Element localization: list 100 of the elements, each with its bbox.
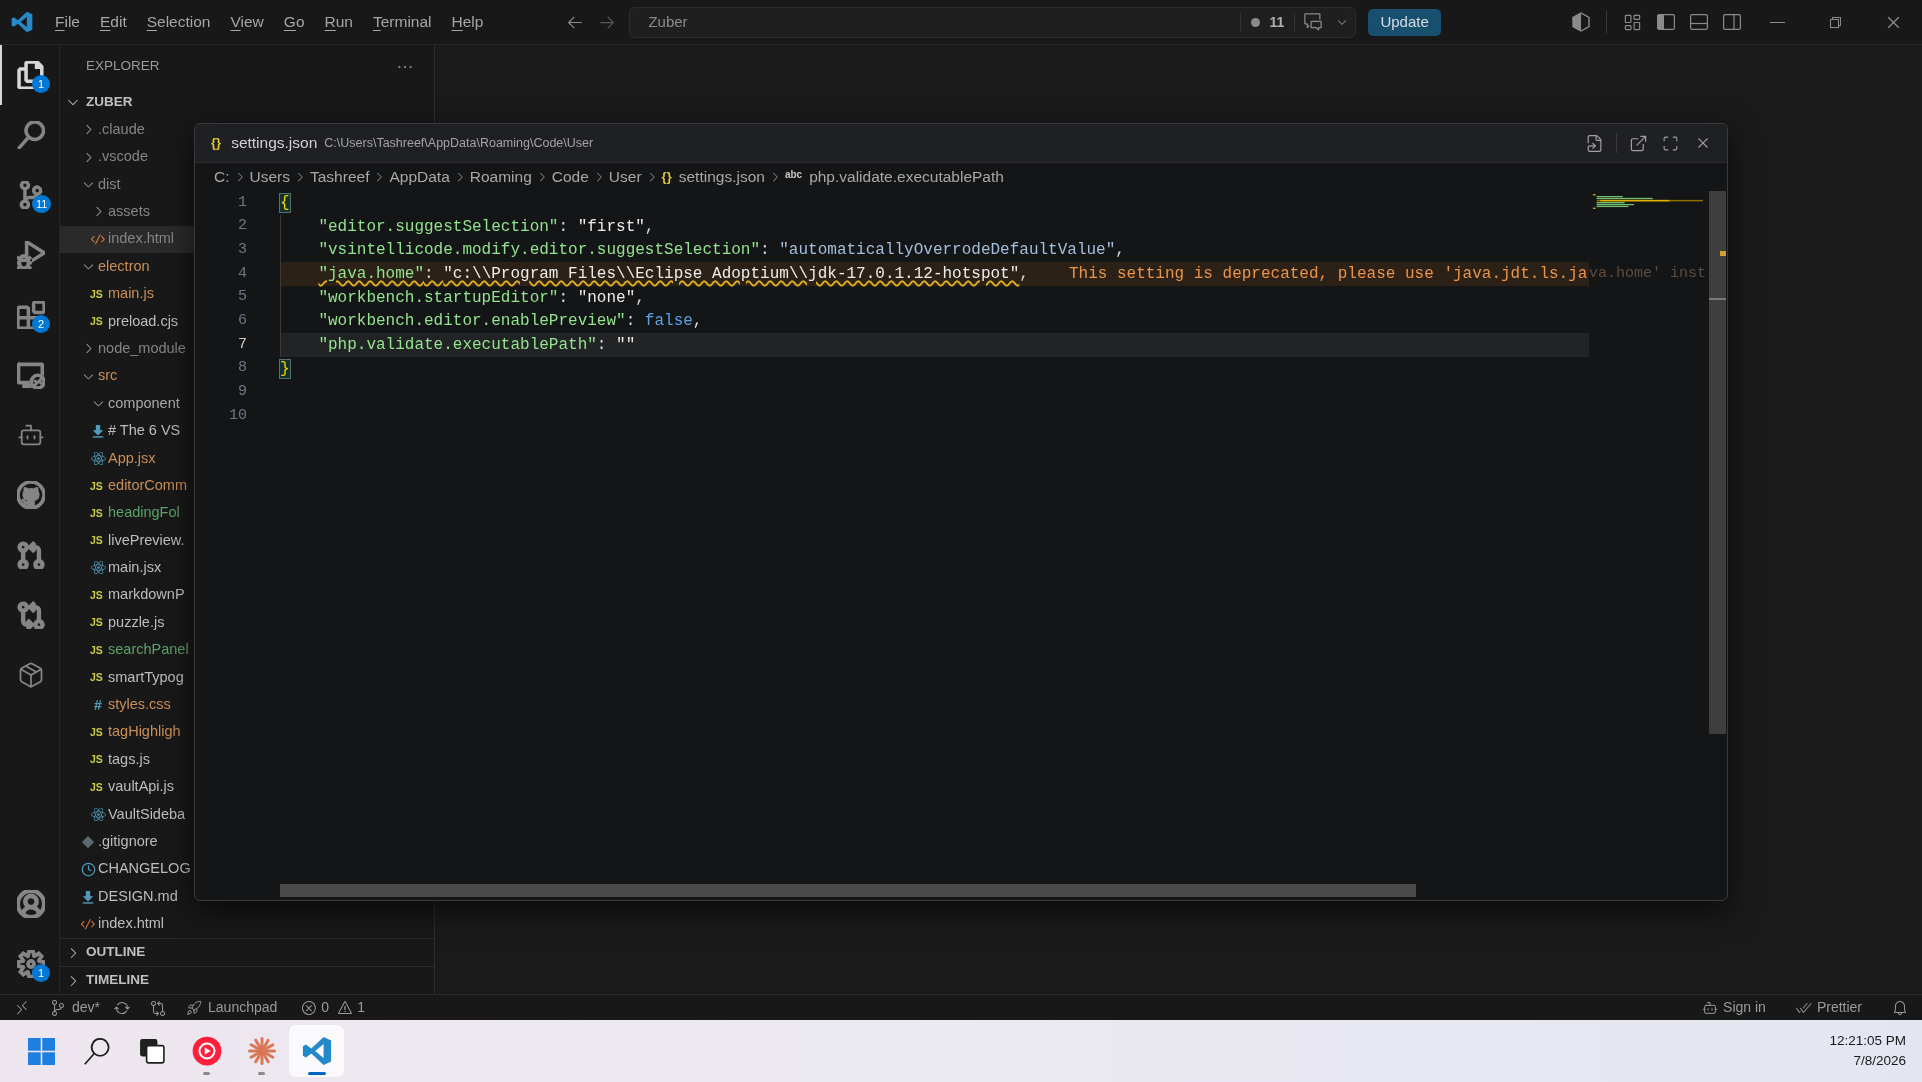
tree-item[interactable]: JS tagHighligh	[60, 718, 194, 746]
line-number: 10	[229, 405, 247, 426]
line-number: 8	[238, 358, 247, 379]
breadcrumb-item[interactable]: php.validate.executablePath	[809, 165, 1004, 189]
command-center[interactable]: Zuber 11	[629, 6, 1357, 38]
github-icon	[17, 481, 45, 509]
tree-item[interactable]: .gitignore	[60, 828, 194, 856]
workspace-header[interactable]: ZUBER	[60, 88, 434, 116]
tree-item[interactable]: # styles.css	[60, 691, 194, 719]
tree-item[interactable]: node_module	[60, 335, 194, 363]
manage-button[interactable]: 1	[0, 934, 60, 994]
tree-item[interactable]: CHANGELOG	[60, 855, 194, 883]
atom-icon	[90, 560, 106, 576]
bell-icon	[1892, 999, 1908, 1016]
menu-item[interactable]: Go	[273, 10, 315, 34]
breadcrumb-item[interactable]: settings.json	[678, 165, 765, 189]
line-number: 3	[238, 239, 247, 260]
breadcrumb-item[interactable]: User	[608, 165, 642, 189]
menu-item[interactable]: File	[45, 10, 90, 34]
formatter-button[interactable]: Prettier	[1787, 995, 1870, 1020]
notification-count: 11	[32, 195, 52, 213]
tree-item[interactable]: JS smartTypog	[60, 663, 194, 692]
js-icon: JS	[90, 288, 106, 300]
notification-count: 2	[32, 315, 50, 333]
inline-warning: This setting is deprecated, please use 'java.jdt.ls.ja	[1068, 263, 1588, 285]
tree-item[interactable]: JS preload.cjs	[60, 307, 194, 336]
remote-icon	[14, 999, 30, 1016]
breadcrumb-item[interactable]: Roaming	[469, 165, 532, 189]
string-symbol-icon: abc	[784, 166, 803, 182]
source-control-button[interactable]: 11	[0, 165, 60, 225]
js-icon: JS	[90, 644, 106, 656]
menu-item[interactable]: Help	[441, 10, 494, 34]
external-link-icon[interactable]	[1629, 133, 1648, 153]
tree-item[interactable]: index.html	[60, 225, 194, 253]
search-icon	[83, 1037, 110, 1065]
tree-item[interactable]: DESIGN.md	[60, 882, 194, 911]
breadcrumb-item[interactable]: C:	[214, 165, 230, 189]
maximize-icon[interactable]	[1662, 134, 1679, 152]
tree-item[interactable]: JS editorComm	[60, 472, 194, 500]
menu-item[interactable]: Terminal	[362, 10, 442, 34]
rocket-icon	[186, 999, 203, 1016]
chat-icon[interactable]	[1303, 12, 1324, 32]
tree-item[interactable]: JS searchPanel	[60, 636, 194, 664]
problems-button[interactable]: 0 1	[295, 995, 371, 1020]
tree-item[interactable]: VaultSideba	[60, 800, 194, 829]
play-circle-icon	[191, 1036, 222, 1066]
branch-button[interactable]: dev*	[44, 995, 107, 1020]
tree-item[interactable]: index.html	[60, 910, 194, 938]
menu-item[interactable]: Run	[314, 10, 363, 34]
tree-item[interactable]: src	[60, 362, 194, 390]
tree-item[interactable]: JS main.js	[60, 280, 194, 308]
breadcrumb-item[interactable]: Users	[249, 165, 290, 189]
launchpad-button[interactable]: Launchpad	[178, 995, 286, 1020]
remote-monitor-icon	[17, 361, 45, 389]
starburst-icon	[246, 1036, 277, 1066]
tree-item[interactable]: .claude	[60, 116, 194, 144]
update-button[interactable]: Update	[1368, 8, 1441, 36]
code-line: "java.home": "c:\\Program Files\\Eclipse Adoptium\\jdk-17.0.1.12-hotspot",	[318, 263, 1029, 285]
tree-item[interactable]: assets	[60, 198, 194, 226]
restore-icon	[1827, 14, 1843, 30]
tree-item[interactable]: component	[60, 389, 194, 418]
menu-item[interactable]: View	[220, 10, 274, 34]
tree-item[interactable]: main.jsx	[60, 554, 194, 582]
breadcrumb-item[interactable]: AppData	[389, 165, 450, 189]
file-arrow-icon[interactable]	[1585, 133, 1604, 153]
js-icon: JS	[90, 672, 106, 683]
code-line: "vsintellicode.modify.editor.suggestSelection": "automaticallyOverrodeDefaultValue",	[318, 240, 1125, 262]
tree-item[interactable]: App.jsx	[60, 444, 194, 473]
js-icon: JS	[90, 590, 106, 601]
tree-item[interactable]: JS puzzle.js	[60, 609, 194, 637]
package-icon	[17, 661, 45, 689]
tree-item[interactable]: JS livePreview.	[60, 526, 194, 555]
tree-item[interactable]: JS headingFol	[60, 499, 194, 527]
code-line: "editor.suggestSelection": "first",	[318, 216, 655, 238]
line-number: 9	[238, 382, 247, 403]
tree-item[interactable]: dist	[60, 170, 194, 199]
tree-item[interactable]: JS vaultApi.js	[60, 773, 194, 801]
cube-icon	[1571, 12, 1591, 32]
menu-item[interactable]: Selection	[136, 10, 221, 34]
git-compare-icon	[150, 999, 167, 1016]
sign-in-button[interactable]: Sign in	[1694, 995, 1774, 1020]
tree-item[interactable]: electron	[60, 252, 194, 281]
clock-time: 12:21:05 PM	[1829, 1032, 1906, 1050]
code-editor-app-button[interactable]	[289, 1025, 344, 1077]
branch-icon	[50, 999, 66, 1016]
tree-item[interactable]: JS markdownP	[60, 581, 194, 610]
tree-item[interactable]: .vscode	[60, 143, 194, 171]
breadcrumb-item[interactable]: Code	[551, 165, 589, 189]
clock-date: 7/8/2026	[1853, 1052, 1906, 1070]
sidebar-title: EXPLORER	[86, 57, 161, 76]
line-number: 2	[238, 216, 247, 237]
warning-icon	[337, 999, 354, 1016]
section-header[interactable]: OUTLINE	[60, 938, 434, 966]
menu-item[interactable]: Edit	[90, 10, 137, 34]
tree-item[interactable]: JS tags.js	[60, 746, 194, 774]
js-icon: JS	[90, 316, 106, 327]
breadcrumb-item[interactable]: Tashreef	[310, 165, 370, 189]
atom-icon	[90, 450, 106, 466]
extensions-button[interactable]: 2	[0, 285, 60, 345]
tree-item[interactable]: # The 6 VS	[60, 417, 194, 445]
